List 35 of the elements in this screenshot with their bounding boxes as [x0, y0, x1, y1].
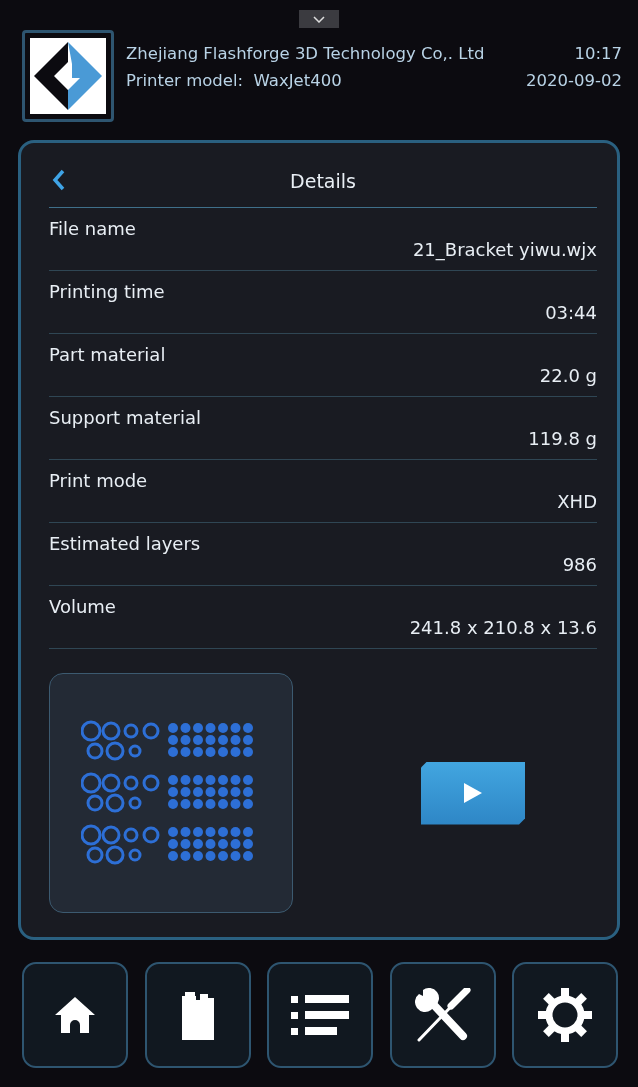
- detail-value: 119.8 g: [528, 428, 597, 449]
- play-button[interactable]: [421, 761, 525, 825]
- tools-icon: [414, 988, 471, 1042]
- date-text: 2020-09-02: [526, 71, 622, 90]
- detail-label: Volume: [49, 596, 116, 617]
- detail-value: XHD: [557, 491, 597, 512]
- home-icon: [54, 995, 96, 1035]
- detail-value: 241.8 x 210.8 x 13.6: [409, 617, 597, 638]
- settings-icon: [537, 987, 593, 1043]
- pull-down-tab[interactable]: [299, 10, 339, 28]
- list-icon: [291, 994, 349, 1036]
- printer-model: Printer model: WaxJet400: [126, 71, 343, 90]
- canister-icon: [179, 990, 216, 1040]
- detail-label: Part material: [49, 344, 166, 365]
- detail-value: 986: [562, 554, 597, 575]
- page-title: Details: [289, 170, 357, 192]
- material-nav-button[interactable]: [144, 962, 251, 1068]
- back-icon: [52, 168, 66, 191]
- chevron-down-icon: [313, 15, 325, 23]
- detail-value: 22.0 g: [539, 365, 597, 386]
- play-icon: [463, 782, 483, 804]
- detail-label: Printing time: [49, 281, 165, 302]
- detail-label: Print mode: [49, 470, 148, 491]
- settings-nav-button[interactable]: [512, 962, 618, 1068]
- tools-nav-button[interactable]: [389, 962, 496, 1068]
- detail-label: Support material: [49, 407, 201, 428]
- company-name: Zhejiang Flashforge 3D Technology Co,. Ltd: [126, 44, 486, 63]
- detail-value: 03:44: [545, 302, 597, 323]
- logo-icon: [32, 40, 104, 112]
- home-nav-button[interactable]: [22, 962, 128, 1068]
- detail-value: 21_Bracket yiwu.wjx: [412, 239, 597, 260]
- detail-label: File name: [49, 218, 136, 239]
- list-nav-button[interactable]: [267, 962, 373, 1068]
- detail-label: Estimated layers: [49, 533, 201, 554]
- clock-time: 10:17: [573, 44, 622, 63]
